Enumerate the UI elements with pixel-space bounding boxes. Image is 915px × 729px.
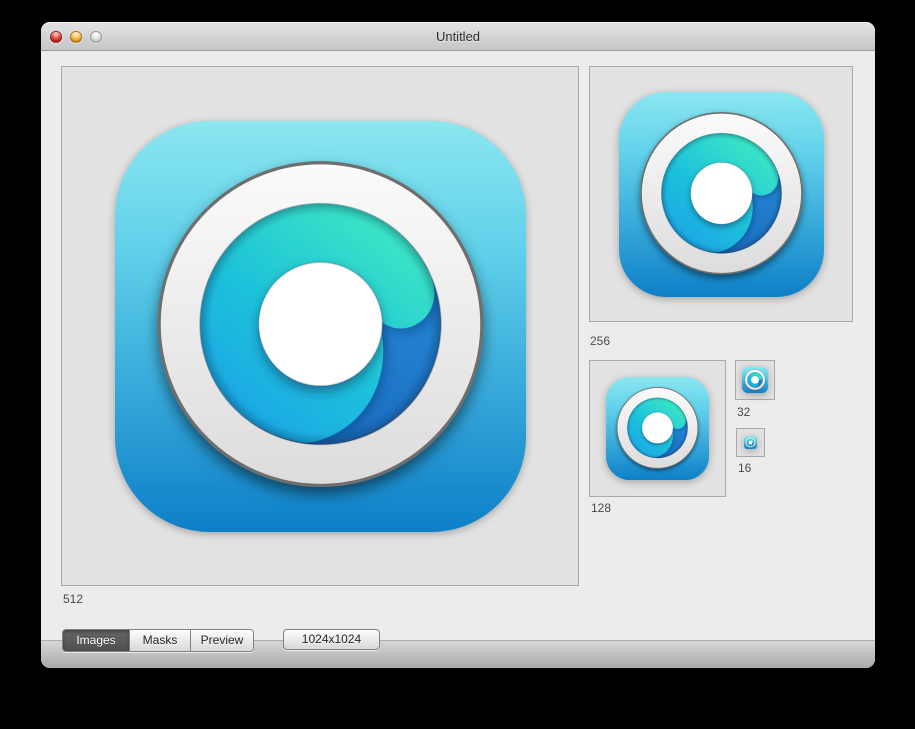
app-icon-256-image [619, 92, 824, 297]
image-well-16[interactable] [736, 428, 765, 457]
well-label-32: 32 [737, 405, 750, 419]
image-well-512[interactable] [61, 66, 579, 586]
bottom-bar: Images Masks Preview 1024x1024 [41, 640, 875, 668]
app-window: Untitled 512 [41, 22, 875, 668]
well-label-16: 16 [738, 461, 751, 475]
app-icon-16-image [744, 436, 757, 449]
tab-preview[interactable]: Preview [190, 630, 253, 651]
tab-images[interactable]: Images [63, 630, 129, 651]
titlebar[interactable]: Untitled [41, 22, 875, 51]
well-label-256: 256 [590, 334, 610, 348]
size-1024-button[interactable]: 1024x1024 [283, 629, 380, 650]
view-mode-segmented-control: Images Masks Preview [62, 629, 254, 652]
well-label-512: 512 [63, 592, 83, 606]
app-icon-512-image [115, 121, 526, 532]
window-title: Untitled [41, 29, 875, 44]
app-icon-32-image [742, 367, 768, 393]
app-icon-128-image [606, 377, 709, 480]
tab-masks[interactable]: Masks [129, 630, 190, 651]
screenshot-root: { "window": { "title": "Untitled" }, "tr… [0, 0, 915, 729]
image-well-256[interactable] [589, 66, 853, 322]
image-well-128[interactable] [589, 360, 726, 497]
image-well-32[interactable] [735, 360, 775, 400]
well-label-128: 128 [591, 501, 611, 515]
